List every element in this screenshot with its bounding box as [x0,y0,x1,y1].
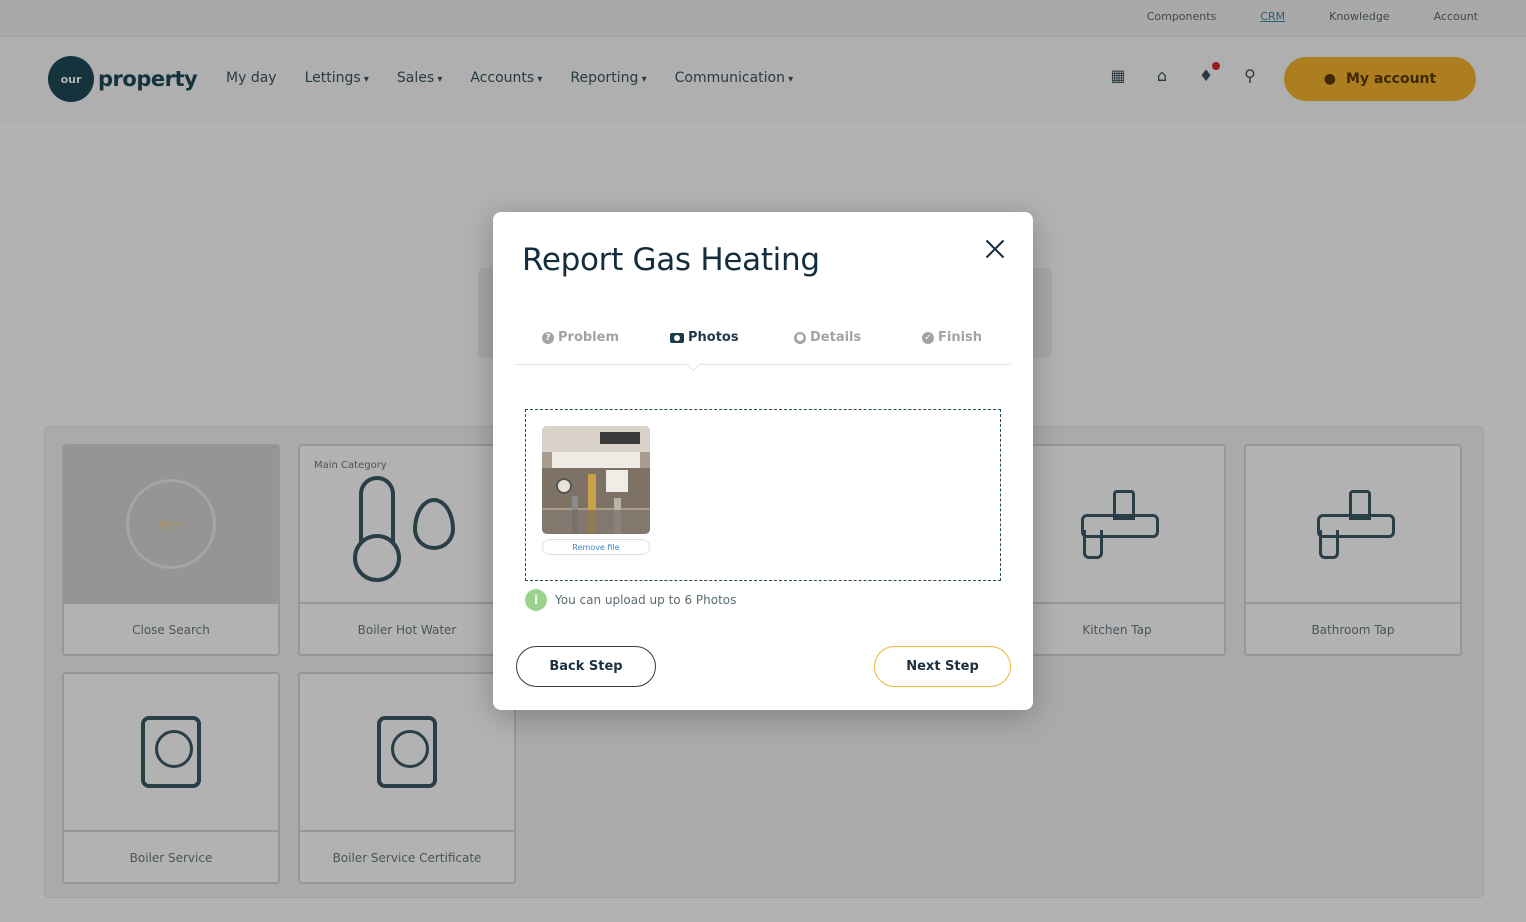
step-problem[interactable]: ? Problem [542,330,619,345]
check-circle-icon: ✓ [922,331,934,344]
back-step-button[interactable]: Back Step [516,646,656,687]
step-label: Details [810,330,862,345]
uploaded-photo-thumbnail [542,426,650,534]
step-details[interactable]: ● Details [794,330,861,345]
step-label: Finish [938,330,983,345]
next-step-button[interactable]: Next Step [874,646,1011,687]
camera-icon [670,332,684,343]
upload-hint: i You can upload up to 6 Photos [525,589,736,611]
info-icon: i [525,589,547,611]
step-tabs: ? Problem Photos ● Details ✓ Finish [515,328,1011,365]
photo-dropzone[interactable]: Remove file [525,409,1001,581]
upload-hint-text: You can upload up to 6 Photos [555,593,737,607]
step-photos[interactable]: Photos [670,330,739,345]
step-finish[interactable]: ✓ Finish [922,330,982,345]
user-circle-icon: ● [794,331,806,344]
remove-file-button[interactable]: Remove file [542,539,650,555]
close-icon[interactable] [981,234,1009,264]
report-modal: Report Gas Heating ? Problem Photos ● De… [493,212,1033,710]
modal-title: Report Gas Heating [522,242,820,278]
step-label: Problem [558,330,619,345]
step-label: Photos [688,330,739,345]
question-circle-icon: ? [542,331,554,344]
